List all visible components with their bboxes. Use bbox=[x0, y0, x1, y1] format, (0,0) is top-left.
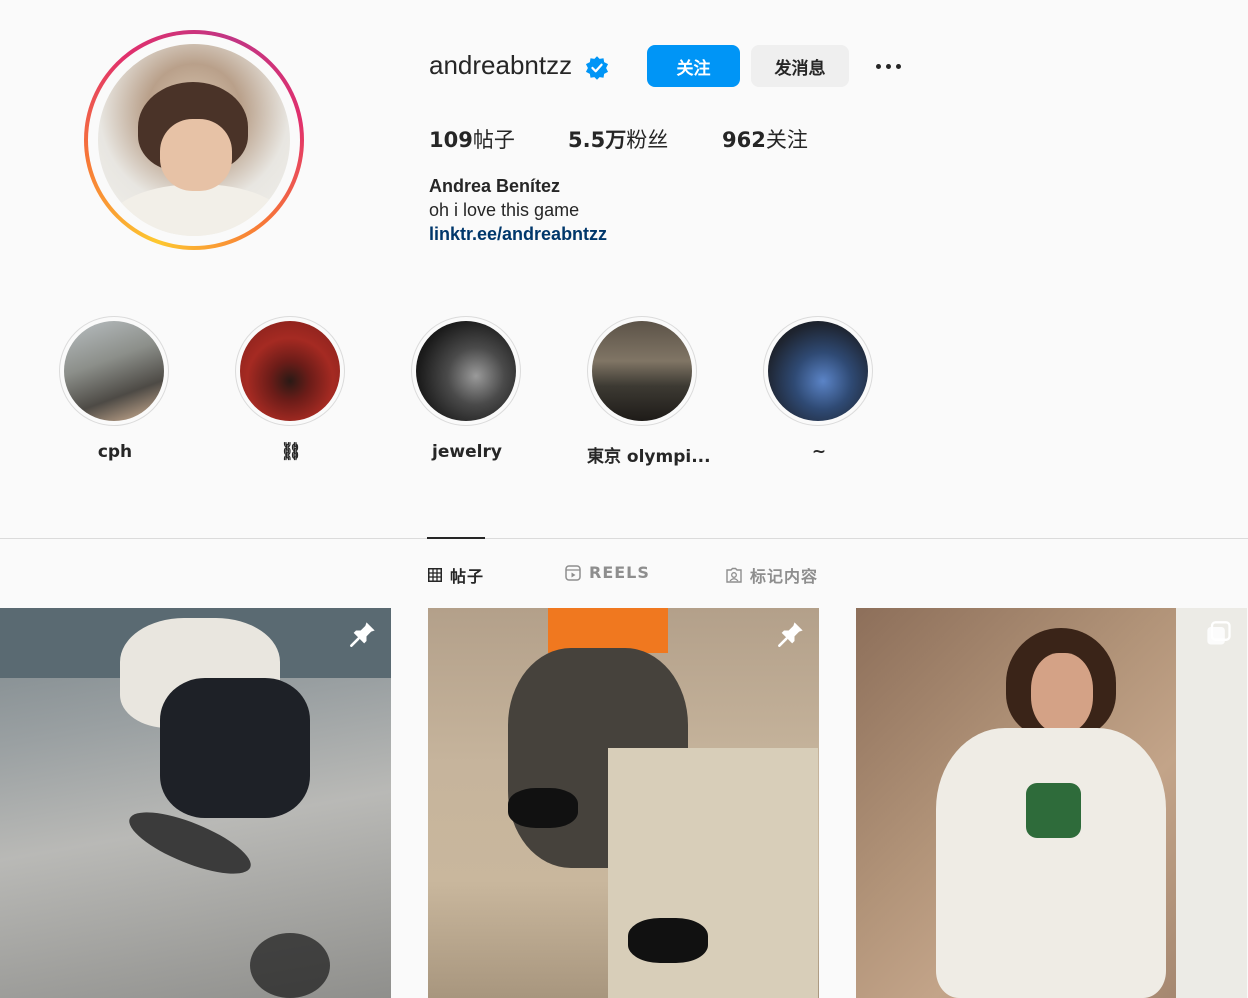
highlight-jewelry[interactable]: jewelry bbox=[411, 316, 523, 462]
post-concrete-block bbox=[608, 748, 818, 998]
profile-avatar[interactable] bbox=[84, 30, 304, 250]
post-wall bbox=[1176, 608, 1247, 998]
highlight-cover bbox=[416, 321, 516, 421]
highlight-cover bbox=[64, 321, 164, 421]
message-button[interactable]: 发消息 bbox=[751, 45, 849, 87]
bio-link[interactable]: linktr.ee/andreabntzz bbox=[429, 224, 607, 245]
post-white-suit bbox=[936, 728, 1166, 998]
avatar-photo bbox=[98, 44, 290, 236]
post-shoe bbox=[508, 788, 578, 828]
active-tab-indicator bbox=[427, 537, 485, 539]
stat-posts-label: 帖子 bbox=[472, 128, 515, 152]
tagged-icon bbox=[726, 567, 742, 583]
avatar-body bbox=[108, 184, 288, 236]
post-green-top bbox=[1026, 783, 1081, 838]
more-dot-icon bbox=[885, 63, 891, 69]
bio-text: oh i love this game bbox=[429, 200, 580, 220]
tab-tagged[interactable]: 标记内容 bbox=[726, 563, 818, 587]
follow-button[interactable]: 关注 bbox=[647, 45, 740, 87]
more-dot-icon bbox=[875, 63, 881, 69]
highlight-label: cph bbox=[97, 442, 133, 462]
highlight-label: ⛓ bbox=[280, 442, 302, 462]
verified-badge-icon bbox=[585, 56, 609, 80]
highlight-ring bbox=[587, 316, 697, 426]
reels-icon bbox=[565, 564, 581, 581]
post-tile[interactable] bbox=[856, 608, 1247, 998]
tab-reels[interactable]: REELS bbox=[565, 563, 650, 582]
stat-posts-count: 109 bbox=[429, 128, 473, 152]
avatar-face bbox=[160, 119, 232, 191]
highlight-ring bbox=[59, 316, 169, 426]
full-name: Andrea Benítez bbox=[429, 176, 561, 196]
highlight-tokyo[interactable]: 東京 olympi... bbox=[587, 316, 711, 467]
tabs-divider bbox=[0, 538, 1248, 539]
stat-following-label: 关注 bbox=[765, 128, 808, 152]
tab-posts[interactable]: 帖子 bbox=[428, 563, 484, 587]
highlight-label: 東京 olympi... bbox=[587, 447, 711, 467]
highlight-cover bbox=[240, 321, 340, 421]
stat-following-count: 962 bbox=[722, 128, 766, 152]
username: andreabntzz bbox=[429, 50, 573, 80]
pin-icon bbox=[350, 622, 375, 647]
highlight-cover bbox=[768, 321, 868, 421]
highlight-cph[interactable]: cph bbox=[59, 316, 171, 462]
tab-posts-label: 帖子 bbox=[450, 567, 485, 586]
post-tile[interactable] bbox=[0, 608, 391, 998]
post-tile[interactable] bbox=[428, 608, 819, 998]
highlight-tilde[interactable]: ~ bbox=[763, 316, 875, 462]
highlight-ring bbox=[763, 316, 873, 426]
stat-posts: 109帖子 bbox=[429, 124, 515, 154]
stat-following[interactable]: 962关注 bbox=[722, 124, 808, 154]
more-options-button[interactable] bbox=[868, 52, 908, 80]
highlight-label: jewelry bbox=[432, 442, 502, 462]
highlight-label: ~ bbox=[811, 442, 827, 462]
highlight-ring bbox=[235, 316, 345, 426]
post-shadow bbox=[250, 933, 330, 998]
pin-icon bbox=[778, 622, 803, 647]
more-dot-icon bbox=[895, 63, 901, 69]
stat-followers[interactable]: 5.5万粉丝 bbox=[568, 124, 668, 154]
tab-reels-label: REELS bbox=[589, 563, 650, 582]
highlight-chain[interactable]: ⛓ bbox=[235, 316, 347, 462]
carousel-icon bbox=[1207, 621, 1231, 645]
highlight-cover bbox=[592, 321, 692, 421]
stat-followers-label: 粉丝 bbox=[626, 128, 669, 152]
tab-tagged-label: 标记内容 bbox=[750, 567, 819, 586]
post-figure-pants bbox=[160, 678, 310, 818]
post-shoe bbox=[628, 918, 708, 963]
stat-followers-count: 5.5万 bbox=[568, 128, 627, 152]
post-face bbox=[1031, 653, 1093, 733]
post-orange-shirt bbox=[548, 608, 668, 653]
grid-icon bbox=[428, 568, 442, 582]
highlight-ring bbox=[411, 316, 521, 426]
